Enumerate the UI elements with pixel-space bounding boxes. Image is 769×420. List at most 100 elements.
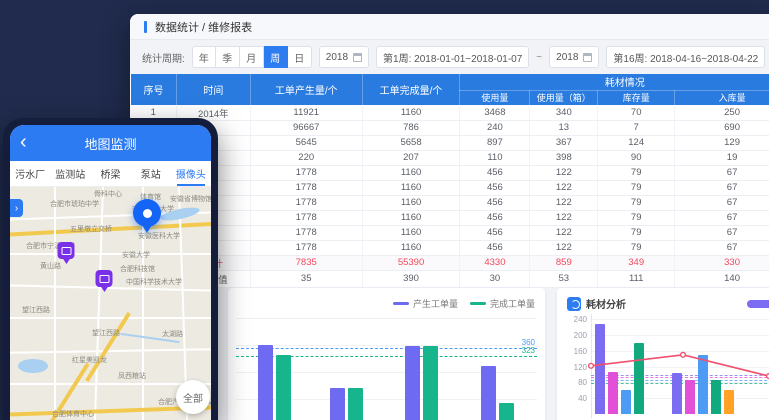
table-cell: 1160: [362, 225, 460, 240]
table-cell: 67: [675, 225, 769, 240]
table-cell: 79: [598, 165, 675, 180]
table-cell: 55390: [362, 255, 460, 270]
table-cell: 456: [460, 180, 530, 195]
table-cell: 67: [675, 195, 769, 210]
table-cell: 330: [675, 255, 769, 270]
table-cell: 1778: [250, 225, 362, 240]
table-cell: 19: [675, 150, 769, 165]
table-cell: 13: [530, 120, 598, 135]
reference-label: 323: [522, 346, 535, 355]
table-cell: 220: [250, 150, 362, 165]
period-button[interactable]: 季: [216, 46, 240, 68]
table-cell: 897: [460, 135, 530, 150]
year-end-select[interactable]: 2018: [549, 46, 599, 68]
bar: [711, 380, 721, 414]
bar: [621, 390, 631, 414]
legend-item: 完成工单量: [470, 297, 535, 310]
pie-chart-icon: [567, 297, 581, 311]
map-road: [54, 187, 56, 420]
legend-swatch: [393, 302, 409, 305]
header-row: 序号时间工单产生量/个工单完成量/个耗材情况: [131, 74, 769, 90]
period-button[interactable]: 日: [288, 46, 312, 68]
table-row: 96667786240137690: [131, 120, 769, 135]
legend-item: 产生工单量: [393, 297, 458, 310]
breadcrumb-accent: [144, 21, 147, 33]
table-cell: 1778: [250, 180, 362, 195]
table-cell: 240: [460, 120, 530, 135]
expand-button[interactable]: ›: [10, 199, 23, 217]
week-end-input[interactable]: 第16周: 2018-04-16~2018-04-22: [606, 46, 765, 68]
bar: [724, 390, 734, 414]
phone-tab-bar: 污水厂监测站桥梁泵站摄像头: [10, 161, 211, 187]
map-label: 五里墩立交桥: [70, 224, 112, 234]
table-row: 56455658897367124129: [131, 135, 769, 150]
table-cell: 456: [460, 240, 530, 255]
table-cell: 67: [675, 240, 769, 255]
table-row: 合计7835553904330859349330: [131, 255, 769, 270]
y-axis: [591, 314, 592, 418]
table-cell: 7835: [250, 255, 362, 270]
map-label: 骨科中心: [94, 189, 122, 199]
table-cell: 11921: [250, 105, 362, 120]
column-header: 时间: [176, 74, 250, 105]
table-cell: 1160: [362, 165, 460, 180]
column-header: 序号: [131, 74, 177, 105]
legend-swatch: [470, 302, 486, 305]
map-label: 安徽省博物馆: [170, 194, 211, 204]
table-row: 平均值353903053111140: [131, 270, 769, 287]
bar: [499, 403, 514, 420]
selected-marker[interactable]: [133, 199, 161, 227]
map-label: 太湖路: [162, 329, 183, 339]
table-row: 12014年119211160346834070250: [131, 105, 769, 120]
map-label: 黄山路: [40, 261, 61, 271]
period-button[interactable]: 月: [240, 46, 264, 68]
camera-marker[interactable]: [96, 270, 113, 287]
report-table-wrap: 序号时间工单产生量/个工单完成量/个耗材情况使用量使用量（箱）库存量入库量120…: [130, 74, 769, 288]
phone-screen: ‹ 地图监测 污水厂监测站桥梁泵站摄像头 骨科中心合肥市琥珀中学体育馆安徽农业大…: [10, 125, 211, 420]
table-cell: 122: [530, 240, 598, 255]
table-cell: 859: [530, 255, 598, 270]
period-button[interactable]: 周: [264, 46, 288, 68]
table-cell: 5645: [250, 135, 362, 150]
map-view[interactable]: 骨科中心合肥市琥珀中学体育馆安徽农业大学安徽省博物馆五里墩立交桥安徽医科大学合肥…: [10, 187, 211, 420]
all-button[interactable]: 全部: [176, 380, 210, 414]
table-row: 177811604561227967: [131, 225, 769, 240]
map-label: 合肥市琥珀中学: [50, 199, 99, 209]
table-cell: 1778: [250, 165, 362, 180]
back-icon[interactable]: ‹: [20, 129, 27, 155]
table-cell: 122: [530, 195, 598, 210]
period-button[interactable]: 年: [192, 46, 216, 68]
table-cell: 79: [598, 180, 675, 195]
bar: [276, 355, 291, 420]
bar: [685, 380, 695, 414]
table-cell: 79: [598, 240, 675, 255]
table-cell: 1160: [362, 105, 460, 120]
year-start-select[interactable]: 2018: [319, 46, 369, 68]
table-cell: 90: [598, 150, 675, 165]
y-axis-tick: 80: [578, 378, 587, 387]
breadcrumb-bar: 数据统计 / 维修报表: [130, 14, 769, 40]
table-cell: 207: [362, 150, 460, 165]
week-start-input[interactable]: 第1周: 2018-01-01~2018-01-07: [376, 46, 529, 68]
chart-legend: 产生工单量 完成工单量: [393, 297, 535, 310]
column-header: 工单产生量/个: [250, 74, 362, 105]
table-cell: 390: [362, 270, 460, 287]
camera-marker[interactable]: [58, 242, 75, 259]
tab-桥梁[interactable]: 桥梁: [90, 161, 130, 186]
table-cell: 5658: [362, 135, 460, 150]
table-cell: 7: [598, 120, 675, 135]
tab-泵站[interactable]: 泵站: [131, 161, 171, 186]
table-cell: 124: [598, 135, 675, 150]
tab-污水厂[interactable]: 污水厂: [10, 161, 50, 186]
legend-label: 完成工单量: [490, 297, 535, 310]
chart-title: 耗材分析: [586, 296, 626, 311]
table-cell: 67: [675, 165, 769, 180]
tab-摄像头[interactable]: 摄像头: [171, 161, 211, 186]
table-row: 177811604561227967: [131, 195, 769, 210]
map-label: 合肥体育中心: [52, 409, 94, 419]
table-cell: 53: [530, 270, 598, 287]
table-row: 177811604561227967: [131, 165, 769, 180]
gridline: [591, 367, 769, 368]
tab-监测站[interactable]: 监测站: [50, 161, 90, 186]
table-cell: 1778: [250, 240, 362, 255]
